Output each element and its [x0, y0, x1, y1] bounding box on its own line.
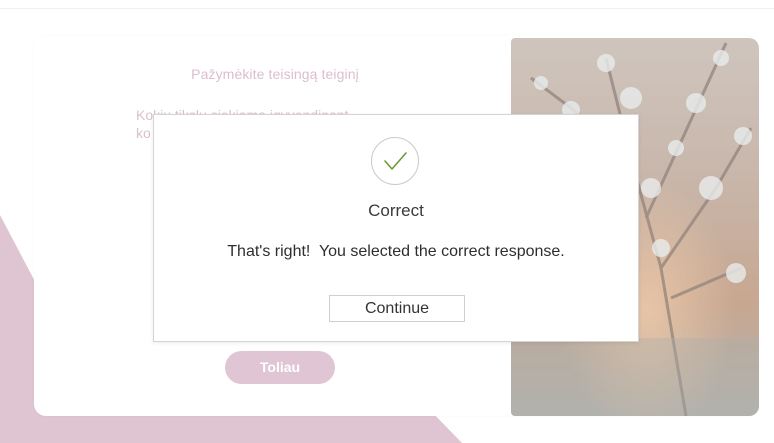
slide-stage: Pažymėkite teisingą teiginį Kokių tikslų… — [0, 0, 774, 443]
checkmark-circle — [371, 137, 419, 185]
dialog-message: That's right! You selected the correct r… — [227, 243, 565, 260]
feedback-dialog: Correct That's right! You selected the c… — [153, 114, 639, 342]
continue-button[interactable]: Continue — [329, 295, 465, 322]
checkmark-icon — [384, 152, 407, 170]
dialog-title: Correct — [368, 201, 424, 220]
